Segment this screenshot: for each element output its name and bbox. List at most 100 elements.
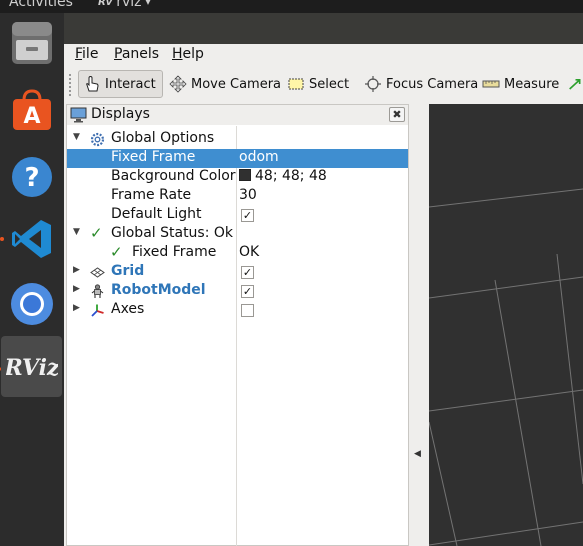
green-arrow-icon	[569, 79, 581, 90]
axes-checkbox[interactable]	[241, 304, 254, 317]
focus-camera-tool-button[interactable]: Focus Camera	[360, 70, 482, 98]
dock: A ? RViz	[0, 13, 64, 546]
title-bar	[64, 13, 583, 44]
ruler-icon	[482, 80, 500, 88]
hand-pointer-icon	[86, 75, 99, 92]
collapse-left-icon[interactable]: ◀	[414, 449, 421, 459]
file-cabinet-icon	[12, 22, 52, 64]
tree-row-global-options[interactable]: ▼ Global Options	[67, 130, 408, 149]
select-tool-label: Select	[309, 76, 350, 92]
move-camera-tool-button[interactable]: Move Camera	[165, 70, 285, 98]
grid-label: Grid	[111, 263, 145, 279]
robot-model-label: RobotModel	[111, 282, 206, 298]
checkmark-icon: ✓	[90, 224, 103, 242]
expand-arrow-icon[interactable]: ▼	[73, 132, 80, 142]
tree-row-status-fixed-frame[interactable]: ✓ Fixed Frame OK	[67, 243, 408, 263]
checkmark-icon: ✓	[110, 243, 123, 261]
frame-rate-value[interactable]: 30	[239, 187, 257, 203]
shopping-bag-icon: A	[13, 89, 51, 130]
frame-rate-label: Frame Rate	[111, 187, 192, 203]
3d-render-view[interactable]	[429, 104, 583, 546]
displays-panel: Displays ✖ ▼ Global Options Fixed Frame …	[66, 104, 409, 546]
expand-arrow-icon[interactable]: ▼	[73, 227, 80, 237]
dock-item-files[interactable]	[6, 17, 58, 69]
pose-estimate-tool-button[interactable]	[568, 70, 583, 98]
menu-help[interactable]: Help	[172, 46, 204, 62]
panel-splitter[interactable]: ◀	[409, 104, 429, 546]
screen: Activities Rv rviz ▾ A ? RViz File Panel…	[0, 0, 583, 546]
rviz-icon-label: RViz	[6, 355, 58, 381]
dock-item-chromium[interactable]	[6, 278, 58, 330]
activities-button[interactable]: Activities	[9, 0, 73, 10]
background-color-label: Background Color	[111, 168, 236, 184]
app-indicator[interactable]: Rv rviz ▾	[98, 0, 151, 10]
svg-text:A: A	[23, 104, 40, 129]
default-light-checkbox[interactable]: ✓	[241, 209, 254, 222]
toolbar-grip[interactable]	[69, 74, 73, 96]
collapse-arrow-icon[interactable]: ▶	[73, 284, 80, 294]
monitor-icon	[70, 107, 87, 123]
dock-item-vscode[interactable]	[6, 213, 58, 265]
menu-file[interactable]: File	[75, 46, 98, 62]
collapse-arrow-icon[interactable]: ▶	[73, 303, 80, 313]
tree-row-frame-rate[interactable]: Frame Rate 30	[67, 187, 408, 206]
tree-row-default-light[interactable]: Default Light ✓	[67, 206, 408, 225]
tree-row-robot-model[interactable]: ▶ RobotModel ✓	[67, 282, 408, 301]
interact-tool-label: Interact	[105, 76, 156, 92]
color-swatch	[239, 169, 251, 181]
close-icon: ✖	[392, 108, 402, 121]
app-indicator-label: rviz	[116, 0, 142, 10]
default-light-label: Default Light	[111, 206, 202, 222]
dock-item-rviz[interactable]: RViz	[1, 336, 62, 397]
rviz-icon: RViz	[6, 355, 58, 381]
tree-row-background-color[interactable]: Background Color 48; 48; 48	[67, 168, 408, 187]
close-panel-button[interactable]: ✖	[389, 107, 405, 122]
background-color-value-cell[interactable]: 48; 48; 48	[239, 168, 327, 184]
robot-model-checkbox[interactable]: ✓	[241, 285, 254, 298]
dock-item-help[interactable]: ?	[6, 151, 58, 203]
running-indicator	[0, 237, 4, 241]
focus-target-icon	[365, 76, 381, 92]
grid-render	[429, 188, 583, 546]
grid-icon	[90, 267, 105, 278]
measure-tool-label: Measure	[504, 76, 560, 92]
status-fixed-frame-value: OK	[239, 244, 260, 260]
gear-icon	[90, 132, 105, 147]
fixed-frame-label: Fixed Frame	[111, 149, 196, 165]
move-camera-tool-label: Move Camera	[191, 76, 282, 92]
tree-row-grid[interactable]: ▶ Grid ✓	[67, 263, 408, 282]
svg-text:?: ?	[24, 163, 39, 193]
menu-bar: File Panels Help	[64, 44, 583, 66]
displays-tree: ▼ Global Options Fixed Frame odom Backgr…	[67, 126, 408, 546]
rviz-window: File Panels Help Interact Move Camera Se…	[64, 13, 583, 546]
axes-icon	[91, 304, 104, 317]
interact-tool-button[interactable]: Interact	[78, 70, 163, 98]
focus-camera-tool-label: Focus Camera	[386, 76, 479, 92]
tree-row-axes[interactable]: ▶ Axes	[67, 301, 408, 320]
toolbar: Interact Move Camera Select Focus Camera…	[64, 66, 583, 102]
rviz-mini-icon: Rv	[98, 0, 113, 8]
select-tool-button[interactable]: Select	[283, 70, 353, 98]
background-color-value: 48; 48; 48	[255, 168, 327, 184]
chromium-icon	[11, 283, 53, 325]
status-fixed-frame-label: Fixed Frame	[132, 244, 217, 260]
displays-panel-title: Displays	[91, 106, 150, 122]
axes-label: Axes	[111, 301, 145, 317]
fixed-frame-value[interactable]: odom	[239, 149, 279, 165]
move-arrows-icon	[169, 75, 187, 93]
measure-tool-button[interactable]: Measure	[478, 70, 563, 98]
collapse-arrow-icon[interactable]: ▶	[73, 265, 80, 275]
grid-checkbox[interactable]: ✓	[241, 266, 254, 279]
tree-row-fixed-frame[interactable]: Fixed Frame odom	[67, 149, 408, 168]
top-bar: Activities Rv rviz ▾	[0, 0, 583, 13]
chevron-down-icon: ▾	[145, 0, 151, 8]
select-box-icon	[288, 78, 304, 90]
robot-icon	[91, 284, 104, 298]
displays-panel-header: Displays ✖	[67, 105, 408, 125]
global-status-label: Global Status: Ok	[111, 225, 234, 241]
tree-row-global-status[interactable]: ▼ ✓ Global Status: Ok	[67, 224, 408, 244]
vscode-icon	[12, 220, 51, 258]
dock-item-software[interactable]: A	[6, 83, 58, 135]
help-icon: ?	[12, 157, 52, 197]
menu-panels[interactable]: Panels	[114, 46, 159, 62]
